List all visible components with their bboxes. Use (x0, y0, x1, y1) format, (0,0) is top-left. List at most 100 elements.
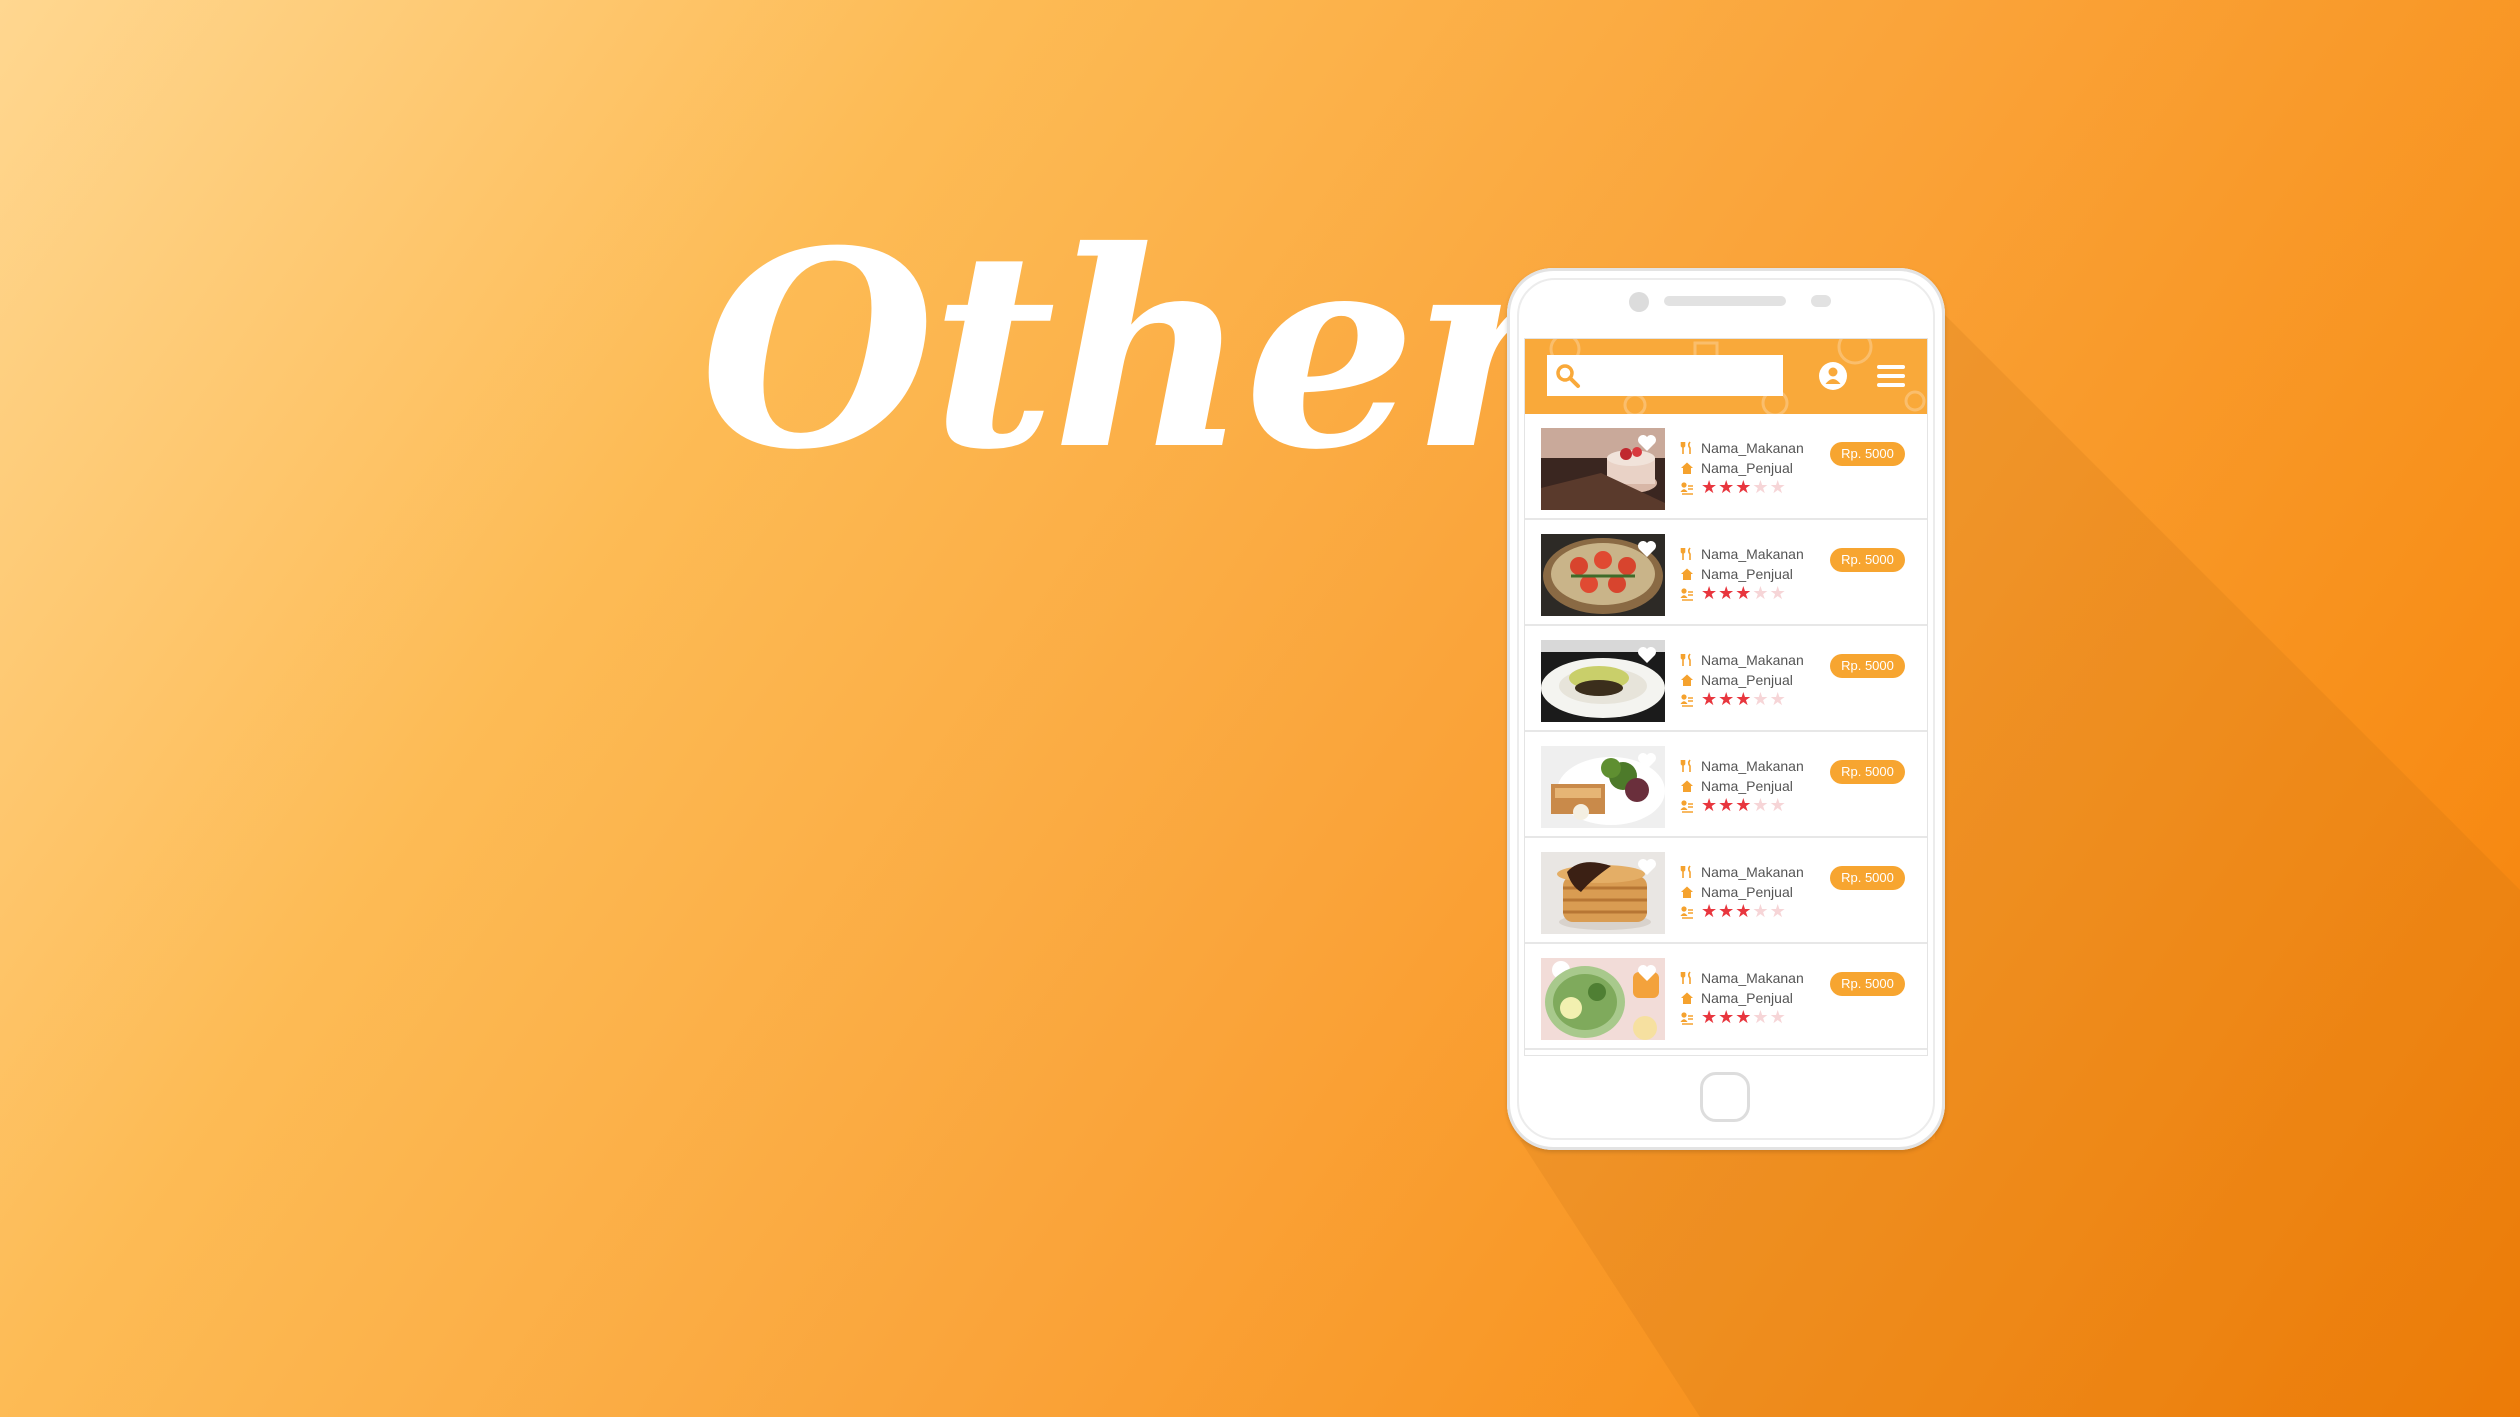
food-image[interactable] (1541, 428, 1665, 510)
earpiece-speaker (1664, 296, 1786, 306)
star-icon: ★ (1735, 583, 1752, 604)
rating-row: ★ ★ ★ ★ ★ (1680, 690, 1830, 710)
star-icon: ★ (1718, 1007, 1735, 1028)
star-icon: ★ (1769, 689, 1786, 710)
app-header (1525, 339, 1927, 414)
seller-name: Nama_Penjual (1701, 778, 1793, 794)
house-icon (1681, 886, 1693, 898)
item-meta: Nama_Makanan Nama_Penjual ★ ★ ★ ★ ★ (1680, 650, 1830, 710)
heart-icon[interactable] (1637, 646, 1657, 664)
food-name: Nama_Makanan (1701, 652, 1804, 668)
star-icon: ★ (1701, 795, 1718, 816)
star-icon: ★ (1752, 901, 1769, 922)
star-icon: ★ (1735, 477, 1752, 498)
heart-icon[interactable] (1637, 434, 1657, 452)
list-item[interactable]: Nama_Makanan Nama_Penjual ★ ★ ★ ★ ★ Rp. 5000 (1525, 626, 1927, 732)
food-image[interactable] (1541, 746, 1665, 828)
star-icon: ★ (1769, 1007, 1786, 1028)
star-icon: ★ (1752, 477, 1769, 498)
app-screen: Nama_Makanan Nama_Penjual ★ ★ ★ ★ ★ Rp. 5000 Nam… (1524, 338, 1928, 1056)
star-rating: ★ ★ ★ ★ ★ (1701, 1008, 1787, 1028)
house-icon (1681, 674, 1693, 686)
list-item[interactable]: Nama_Makanan Nama_Penjual ★ ★ ★ ★ ★ Rp. 5000 (1525, 732, 1927, 838)
star-rating: ★ ★ ★ ★ ★ (1701, 902, 1787, 922)
food-name-row: Nama_Makanan (1680, 438, 1830, 458)
star-icon: ★ (1735, 1007, 1752, 1028)
house-icon (1681, 568, 1693, 580)
food-name-row: Nama_Makanan (1680, 756, 1830, 776)
fork-knife-icon (1680, 653, 1691, 666)
item-meta: Nama_Makanan Nama_Penjual ★ ★ ★ ★ ★ (1680, 862, 1830, 922)
fork-knife-icon (1680, 971, 1691, 984)
item-meta: Nama_Makanan Nama_Penjual ★ ★ ★ ★ ★ (1680, 438, 1830, 498)
item-meta: Nama_Makanan Nama_Penjual ★ ★ ★ ★ ★ (1680, 756, 1830, 816)
search-icon[interactable] (1555, 363, 1581, 389)
rating-row: ★ ★ ★ ★ ★ (1680, 902, 1830, 922)
rating-row: ★ ★ ★ ★ ★ (1680, 796, 1830, 816)
review-icon (1680, 588, 1693, 601)
review-icon (1680, 1012, 1693, 1025)
food-name: Nama_Makanan (1701, 758, 1804, 774)
star-icon: ★ (1735, 689, 1752, 710)
seller-row: Nama_Penjual (1680, 564, 1830, 584)
price-badge[interactable]: Rp. 5000 (1830, 442, 1905, 466)
food-image[interactable] (1541, 852, 1665, 934)
food-name: Nama_Makanan (1701, 970, 1804, 986)
star-icon: ★ (1769, 583, 1786, 604)
food-name-row: Nama_Makanan (1680, 544, 1830, 564)
heart-icon[interactable] (1637, 752, 1657, 770)
food-image[interactable] (1541, 534, 1665, 616)
heart-icon[interactable] (1637, 540, 1657, 558)
list-item[interactable]: Nama_Makanan Nama_Penjual ★ ★ ★ ★ ★ Rp. 5000 (1525, 414, 1927, 520)
star-icon: ★ (1735, 901, 1752, 922)
star-icon: ★ (1701, 901, 1718, 922)
headline: Other (700, 191, 1554, 509)
seller-name: Nama_Penjual (1701, 990, 1793, 1006)
list-item[interactable]: Nama_Makanan Nama_Penjual ★ ★ ★ ★ ★ Rp. 5000 (1525, 944, 1927, 1050)
seller-name: Nama_Penjual (1701, 460, 1793, 476)
star-icon: ★ (1735, 795, 1752, 816)
food-image[interactable] (1541, 640, 1665, 722)
fork-knife-icon (1680, 441, 1691, 454)
star-rating: ★ ★ ★ ★ ★ (1701, 584, 1787, 604)
heart-icon[interactable] (1637, 858, 1657, 876)
seller-name: Nama_Penjual (1701, 672, 1793, 688)
home-button[interactable] (1700, 1072, 1750, 1122)
price-badge[interactable]: Rp. 5000 (1830, 548, 1905, 572)
review-icon (1680, 694, 1693, 707)
review-icon (1680, 800, 1693, 813)
review-icon (1680, 482, 1693, 495)
price-badge[interactable]: Rp. 5000 (1830, 972, 1905, 996)
seller-row: Nama_Penjual (1680, 776, 1830, 796)
food-name-row: Nama_Makanan (1680, 862, 1830, 882)
seller-row: Nama_Penjual (1680, 882, 1830, 902)
house-icon (1681, 992, 1693, 1004)
food-image[interactable] (1541, 958, 1665, 1040)
heart-icon[interactable] (1637, 964, 1657, 982)
list-item[interactable]: Nama_Makanan Nama_Penjual ★ ★ ★ ★ ★ Rp. 5000 (1525, 520, 1927, 626)
user-icon[interactable] (1817, 360, 1849, 392)
price-badge[interactable]: Rp. 5000 (1830, 654, 1905, 678)
food-name: Nama_Makanan (1701, 546, 1804, 562)
star-icon: ★ (1752, 795, 1769, 816)
price-badge[interactable]: Rp. 5000 (1830, 760, 1905, 784)
food-name-row: Nama_Makanan (1680, 650, 1830, 670)
food-name: Nama_Makanan (1701, 864, 1804, 880)
hamburger-menu-icon[interactable] (1876, 363, 1906, 389)
star-icon: ★ (1718, 795, 1735, 816)
price-badge[interactable]: Rp. 5000 (1830, 866, 1905, 890)
star-icon: ★ (1752, 1007, 1769, 1028)
seller-name: Nama_Penjual (1701, 884, 1793, 900)
food-name: Nama_Makanan (1701, 440, 1804, 456)
list-item[interactable]: Nama_Makanan Nama_Penjual ★ ★ ★ ★ ★ Rp. 5000 (1525, 838, 1927, 944)
star-icon: ★ (1718, 901, 1735, 922)
star-icon: ★ (1701, 583, 1718, 604)
review-icon (1680, 906, 1693, 919)
search-input[interactable] (1547, 355, 1783, 396)
house-icon (1681, 780, 1693, 792)
seller-name: Nama_Penjual (1701, 566, 1793, 582)
star-icon: ★ (1769, 477, 1786, 498)
star-rating: ★ ★ ★ ★ ★ (1701, 690, 1787, 710)
star-icon: ★ (1701, 689, 1718, 710)
item-meta: Nama_Makanan Nama_Penjual ★ ★ ★ ★ ★ (1680, 544, 1830, 604)
